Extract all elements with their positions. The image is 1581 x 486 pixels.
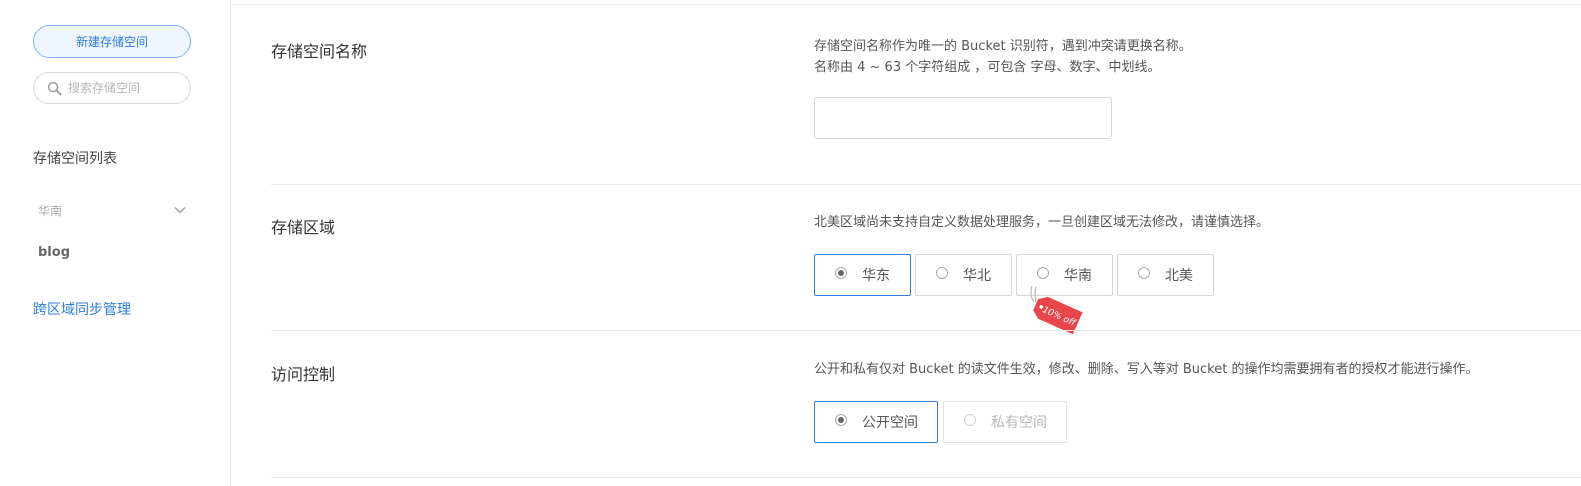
app: 新建存储空间 存储空间列表 华南 blog 跨区域同步管理 存储空间名称 存储空… [0, 0, 1581, 486]
region-option-label: 华南 [1064, 268, 1092, 284]
chevron-down-icon [174, 207, 186, 214]
bucket-list-title: 存储空间列表 [33, 151, 117, 167]
cross-region-sync-link[interactable]: 跨区域同步管理 [33, 299, 131, 319]
radio-unchecked-icon [936, 267, 948, 279]
bucket-name-desc-line2: 名称由 4 ~ 63 个字符组成 ，可包含 字母、数字、中划线。 [814, 60, 1161, 75]
region-option-north[interactable]: 华北 [915, 254, 1012, 296]
region-label: 存储区域 [271, 218, 336, 237]
radio-unchecked-icon [1037, 267, 1049, 279]
access-option-private[interactable]: 私有空间 [943, 401, 1067, 443]
section-divider [271, 477, 1581, 478]
region-filter-dropdown[interactable]: 华南 [33, 199, 191, 221]
section-divider [271, 330, 1581, 331]
region-option-east[interactable]: 华东 [814, 254, 911, 296]
search-input[interactable] [68, 81, 178, 95]
access-option-label: 公开空间 [862, 415, 918, 431]
radio-checked-icon [835, 414, 847, 426]
search-icon [47, 81, 62, 95]
section-divider [271, 184, 1581, 185]
bucket-list-item[interactable]: blog [38, 245, 70, 260]
region-option-label: 华北 [963, 268, 991, 284]
access-label: 访问控制 [271, 365, 336, 384]
region-option-label: 北美 [1165, 268, 1193, 284]
radio-checked-icon [835, 267, 847, 279]
sidebar: 新建存储空间 存储空间列表 华南 blog 跨区域同步管理 [0, 0, 231, 486]
bucket-name-label: 存储空间名称 [271, 42, 368, 61]
access-description: 公开和私有仅对 Bucket 的读文件生效，修改、删除、写入等对 Bucket … [814, 362, 1479, 377]
bucket-name-desc-line1: 存储空间名称作为唯一的 Bucket 识别符，遇到冲突请更换名称。 [814, 39, 1192, 54]
region-description: 北美区域尚未支持自定义数据处理服务，一旦创建区域无法修改，请谨慎选择。 [814, 215, 1270, 230]
bucket-name-input[interactable] [814, 97, 1112, 139]
top-divider [231, 4, 1581, 5]
new-bucket-button[interactable]: 新建存储空间 [33, 25, 191, 58]
region-option-label: 华东 [862, 268, 890, 284]
access-option-public[interactable]: 公开空间 [814, 401, 938, 443]
region-option-na[interactable]: 北美 [1117, 254, 1214, 296]
access-option-label: 私有空间 [991, 415, 1047, 431]
radio-unchecked-icon [1138, 267, 1150, 279]
region-filter-value: 华南 [38, 203, 63, 218]
search-box[interactable] [33, 72, 191, 104]
bucket-name-description: 存储空间名称作为唯一的 Bucket 识别符，遇到冲突请更换名称。 名称由 4 … [814, 36, 1192, 78]
radio-disabled-icon [964, 414, 976, 426]
discount-tag-icon: 10% off [1030, 285, 1083, 335]
